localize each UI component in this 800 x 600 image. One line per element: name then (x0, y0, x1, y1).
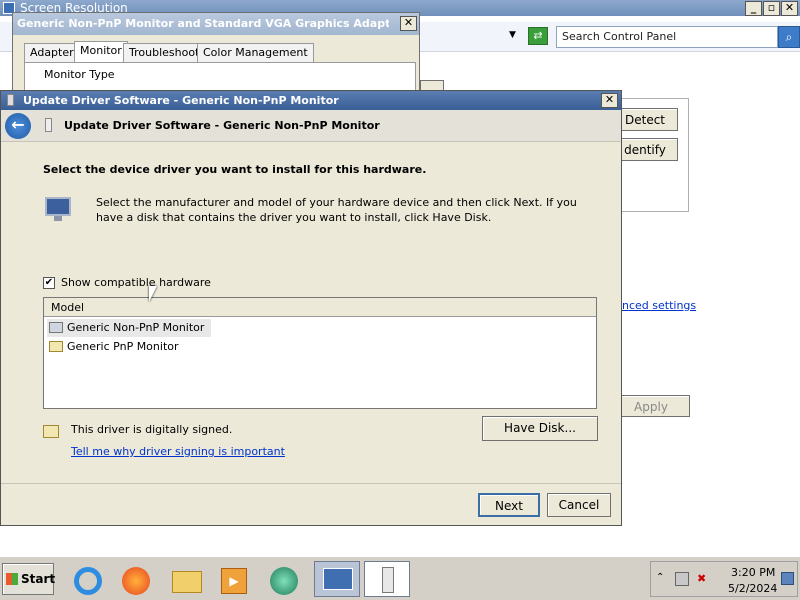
internet-explorer-icon[interactable] (70, 564, 106, 598)
signed-certificate-icon (43, 425, 59, 438)
properties-titlebar: Generic Non-PnP Monitor and Standard VGA… (13, 13, 419, 35)
minimize-button[interactable]: _ (745, 1, 762, 16)
clock-time[interactable]: 3:20 PM (731, 566, 775, 579)
show-compatible-label[interactable]: Show compatible hardware (61, 276, 211, 289)
apply-button[interactable]: Apply (612, 395, 690, 417)
dialog-header-title: Update Driver Software - Generic Non-PnP… (64, 119, 380, 132)
folder-icon[interactable] (168, 564, 204, 598)
search-input[interactable]: Search Control Panel (556, 26, 778, 48)
search-placeholder: Search Control Panel (562, 30, 677, 43)
taskbar: Start ▶ ⌃ ✖ 3:20 PM 5/2/2024 (0, 556, 800, 600)
model-header-label: Model (51, 301, 85, 314)
dialog-heading: Select the device driver you want to ins… (43, 163, 427, 176)
dropdown-arrow-icon[interactable]: ▼ (509, 30, 516, 40)
certified-driver-icon (49, 341, 63, 352)
header-device-icon (45, 118, 52, 132)
system-tray: ⌃ ✖ 3:20 PM 5/2/2024 (650, 561, 798, 597)
start-label: Start (21, 572, 56, 586)
show-compatible-checkbox[interactable]: ✔ (43, 277, 55, 289)
advanced-settings-link[interactable]: nced settings (622, 299, 696, 312)
network-icon[interactable] (675, 572, 689, 586)
monitor-icon (45, 197, 71, 223)
back-arrow-icon[interactable]: ← (5, 113, 31, 139)
dialog-footer-divider (1, 483, 621, 484)
firefox-icon[interactable] (118, 564, 154, 598)
model-item-label: Generic PnP Monitor (67, 340, 179, 353)
update-driver-dialog: Update Driver Software - Generic Non-PnP… (0, 90, 622, 526)
media-player-icon[interactable]: ▶ (216, 564, 252, 598)
control-panel-taskbar-icon[interactable] (314, 561, 360, 597)
model-item-label: Generic Non-PnP Monitor (67, 321, 205, 334)
close-button[interactable]: ✕ (781, 1, 798, 16)
list-item[interactable]: Generic Non-PnP Monitor (47, 319, 211, 337)
show-desktop-icon[interactable] (781, 572, 794, 585)
have-disk-button[interactable]: Have Disk... (482, 416, 598, 441)
dialog-description: Select the manufacturer and model of you… (96, 196, 577, 224)
next-button[interactable]: Next (478, 493, 540, 517)
dialog-title-icon (7, 94, 14, 106)
refresh-button[interactable]: ⇄ (528, 27, 548, 45)
tab-monitor[interactable]: Monitor (74, 41, 128, 63)
dialog-titlebar: Update Driver Software - Generic Non-PnP… (1, 91, 621, 110)
model-list[interactable]: Model Generic Non-PnP Monitor Generic Pn… (43, 297, 597, 409)
dialog-close-button[interactable]: ✕ (601, 93, 618, 108)
list-item[interactable]: Generic PnP Monitor (47, 338, 211, 356)
dialog-title: Update Driver Software - Generic Non-PnP… (23, 94, 339, 107)
monitor-driver-icon (49, 322, 63, 333)
windows-logo-icon (6, 573, 18, 585)
cancel-button[interactable]: Cancel (547, 493, 611, 517)
properties-close-button[interactable]: ✕ (400, 16, 417, 31)
driver-signing-link[interactable]: Tell me why driver signing is important (71, 445, 285, 458)
signed-status-text: This driver is digitally signed. (71, 423, 233, 436)
maximize-button[interactable]: ▫ (763, 1, 780, 16)
dialog-header: ← Update Driver Software - Generic Non-P… (1, 110, 621, 142)
model-column-header[interactable]: Model (44, 298, 596, 317)
tab-adapter[interactable]: Adapter (24, 43, 80, 63)
mouse-cursor-icon (149, 286, 157, 302)
search-icon[interactable]: ⌕ (778, 26, 800, 48)
media-center-icon[interactable] (266, 564, 302, 598)
monitor-type-group-label: Monitor Type (44, 68, 115, 81)
properties-title: Generic Non-PnP Monitor and Standard VGA… (17, 17, 389, 30)
start-button[interactable]: Start (2, 563, 56, 595)
device-manager-taskbar-icon[interactable] (364, 561, 410, 597)
tab-troubleshoot[interactable]: Troubleshoot (123, 43, 206, 63)
clock-date[interactable]: 5/2/2024 (728, 582, 777, 595)
volume-muted-icon[interactable]: ✖ (697, 572, 711, 586)
tab-color-management[interactable]: Color Management (197, 43, 314, 63)
tray-expand-icon[interactable]: ⌃ (656, 572, 664, 583)
